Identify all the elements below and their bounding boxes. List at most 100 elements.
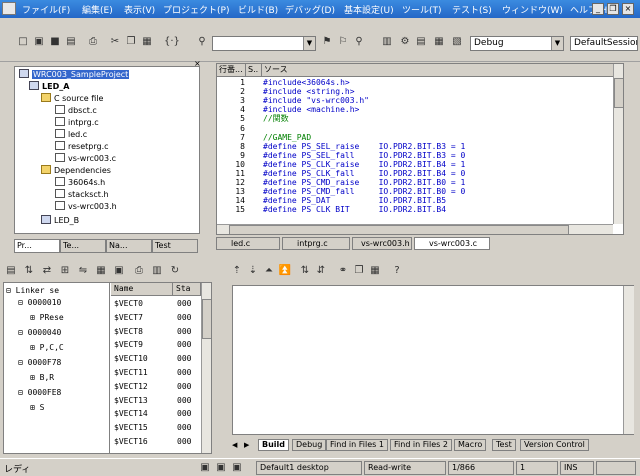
symbol-name[interactable]: $VECT11 — [114, 368, 148, 377]
menu-debug[interactable]: デバッグ(D) — [285, 3, 335, 16]
status-icon-2[interactable]: ▣ — [214, 461, 228, 475]
menu-build[interactable]: ビルド(B) — [238, 3, 278, 16]
code-line[interactable]: 15 #define PS CLK BIT IO.PDR2.BIT.B4 — [217, 205, 617, 214]
symbol-name[interactable]: $VECT7 — [114, 313, 143, 322]
map-vscrollbar[interactable] — [201, 283, 211, 453]
stop-build-icon[interactable]: ▦ — [432, 35, 446, 49]
column-header-name[interactable]: Name — [111, 283, 173, 296]
batch-build-icon[interactable]: ▤ — [414, 35, 428, 49]
menu-help[interactable]: ヘルプ(H) — [570, 3, 611, 16]
properties-icon[interactable]: ▤ — [4, 264, 18, 278]
symbol-name[interactable]: $VECT12 — [114, 382, 148, 391]
menu-project[interactable]: プロジェクト(P) — [163, 3, 229, 16]
sort-icon[interactable]: ⇅ — [22, 264, 36, 278]
tree-c-source[interactable]: C source file — [41, 93, 103, 104]
paste-icon[interactable]: ▦ — [368, 264, 382, 278]
tree-file[interactable]: vs-wrc003.c — [55, 153, 116, 164]
open-folder-icon[interactable]: ▣ — [32, 35, 46, 49]
expand-icon[interactable]: ⊞ — [30, 373, 35, 382]
sort-asc-icon[interactable]: ⇡ — [230, 264, 244, 278]
editor-vscrollbar[interactable] — [613, 64, 623, 224]
tab-templates[interactable]: Te... — [60, 239, 106, 253]
close-icon[interactable]: × — [622, 3, 634, 15]
tab-navigation[interactable]: Na... — [106, 239, 152, 253]
tree-led-a[interactable]: LED_A — [29, 81, 69, 92]
tree-file[interactable]: 36064s.h — [55, 177, 105, 188]
symbol-name[interactable]: $VECT13 — [114, 396, 148, 405]
print-icon[interactable]: ⎙ — [132, 264, 146, 278]
replace-icon[interactable]: ⚲ — [352, 35, 366, 49]
build-icon[interactable]: ▥ — [380, 35, 394, 49]
column-header-s[interactable]: S.. — [246, 64, 262, 77]
symbol-name[interactable]: $VECT10 — [114, 354, 148, 363]
app-icon[interactable] — [2, 2, 16, 15]
code-line[interactable]: 7 //GAME_PAD — [217, 133, 617, 142]
tab-debug[interactable]: Debug — [292, 439, 327, 451]
tree-file[interactable]: stacksct.h — [55, 189, 109, 200]
expand-icon[interactable]: ⊞ — [30, 403, 35, 412]
tab-macro[interactable]: Macro — [454, 439, 487, 451]
code-line[interactable]: 11 #define PS_CLK_fall IO.PDR2.BIT.B4 = 0 — [217, 169, 617, 178]
sort-az-icon[interactable]: ⇅ — [298, 264, 312, 278]
code-line[interactable]: 8 #define PS_SEL_raise IO.PDR2.BIT.B3 = 1 — [217, 142, 617, 151]
menu-view[interactable]: 表示(V) — [124, 3, 155, 16]
tab-test[interactable]: Test — [492, 439, 516, 451]
code-editor[interactable]: 行番... S.. ソース 1 #include<36064s.h> 2 #inclu… — [216, 63, 624, 235]
column-header-source[interactable]: ソース — [262, 64, 616, 77]
find-icon[interactable]: ⚲ — [195, 35, 209, 49]
find-in-files-icon[interactable]: ⚐ — [336, 35, 350, 49]
tab-version-control[interactable]: Version Control — [520, 439, 589, 451]
menu-window[interactable]: ウィンドウ(W) — [502, 3, 563, 16]
new-file-icon[interactable]: □ — [16, 35, 30, 49]
code-line[interactable]: 13 #define PS_CMD_fall IO.PDR2.BIT.B0 = 0 — [217, 187, 617, 196]
code-line[interactable]: 3 #include "vs-wrc003.h" — [217, 96, 617, 105]
help-icon[interactable]: ? — [390, 264, 404, 278]
refresh-icon[interactable]: ↻ — [168, 264, 182, 278]
code-line[interactable]: 5 //関数 — [217, 114, 617, 123]
find-next-icon[interactable]: ⚑ — [320, 35, 334, 49]
sort-desc-icon[interactable]: ⇣ — [246, 264, 260, 278]
expand-icon[interactable]: ⊞ — [30, 313, 35, 322]
output-vscrollbar[interactable] — [623, 286, 634, 434]
code-line[interactable]: 12 #define PS_CMD_raise IO.PDR2.BIT.B0 = … — [217, 178, 617, 187]
collapse-icon[interactable]: ⊟ — [18, 388, 23, 397]
chevron-down-icon[interactable]: ▼ — [303, 37, 315, 50]
tree-file[interactable]: dbsct.c — [55, 105, 97, 116]
tab-find-in-files-1[interactable]: Find in Files 1 — [326, 439, 388, 451]
scroll-thumb[interactable] — [229, 225, 569, 234]
output-text-area[interactable] — [232, 285, 634, 435]
tab-scroll-right-icon[interactable]: ▶ — [244, 441, 249, 449]
braces-icon[interactable]: {·} — [164, 35, 180, 49]
symbol-name[interactable]: $VECT0 — [114, 299, 143, 308]
editor-tab-vs-h[interactable]: vs-wrc003.h — [352, 237, 412, 250]
print-icon[interactable]: ⎙ — [86, 35, 100, 49]
copy-icon[interactable]: ❐ — [124, 35, 138, 49]
symbol-name[interactable]: $VECT15 — [114, 423, 148, 432]
code-line[interactable]: 6 — [217, 124, 617, 133]
collapse-icon[interactable]: ⊟ — [18, 298, 23, 307]
tree-file[interactable]: resetprg.c — [55, 141, 109, 152]
tree-section[interactable]: ⊞ S — [30, 403, 44, 412]
move-icon[interactable]: ⇄ — [40, 264, 54, 278]
filter-icon[interactable]: ⏶ — [262, 264, 276, 278]
tab-scroll-left-icon[interactable]: ◀ — [232, 441, 237, 449]
code-line[interactable]: 9 #define PS_SEL_fall IO.PDR2.BIT.B3 = 0 — [217, 151, 617, 160]
menu-setup[interactable]: 基本設定(U) — [344, 3, 394, 16]
sort-za-icon[interactable]: ⇵ — [314, 264, 328, 278]
expand-icon[interactable]: ⊞ — [58, 264, 72, 278]
symbol-name[interactable]: $VECT8 — [114, 327, 143, 336]
tree-linker[interactable]: ⊟ Linker se — [6, 286, 59, 295]
link-icon[interactable]: ⚭ — [336, 264, 350, 278]
tree-project[interactable]: WRC003_SampleProject — [19, 69, 130, 80]
tab-build[interactable]: Build — [258, 439, 290, 451]
tree-dependencies[interactable]: Dependencies — [41, 165, 111, 176]
collapse-icon[interactable]: ⊟ — [18, 358, 23, 367]
layout-icon[interactable]: ▥ — [150, 264, 164, 278]
expand-icon[interactable]: ⊞ — [30, 343, 35, 352]
scroll-thumb[interactable] — [614, 78, 623, 108]
tree-file[interactable]: vs-wrc003.h — [55, 201, 117, 212]
tree-section[interactable]: ⊞ B,R — [30, 373, 54, 382]
tab-test[interactable]: Test — [152, 239, 198, 253]
tree-section[interactable]: ⊟ 0000040 — [18, 328, 61, 337]
tree-section[interactable]: ⊟ 0000FE8 — [18, 388, 61, 397]
